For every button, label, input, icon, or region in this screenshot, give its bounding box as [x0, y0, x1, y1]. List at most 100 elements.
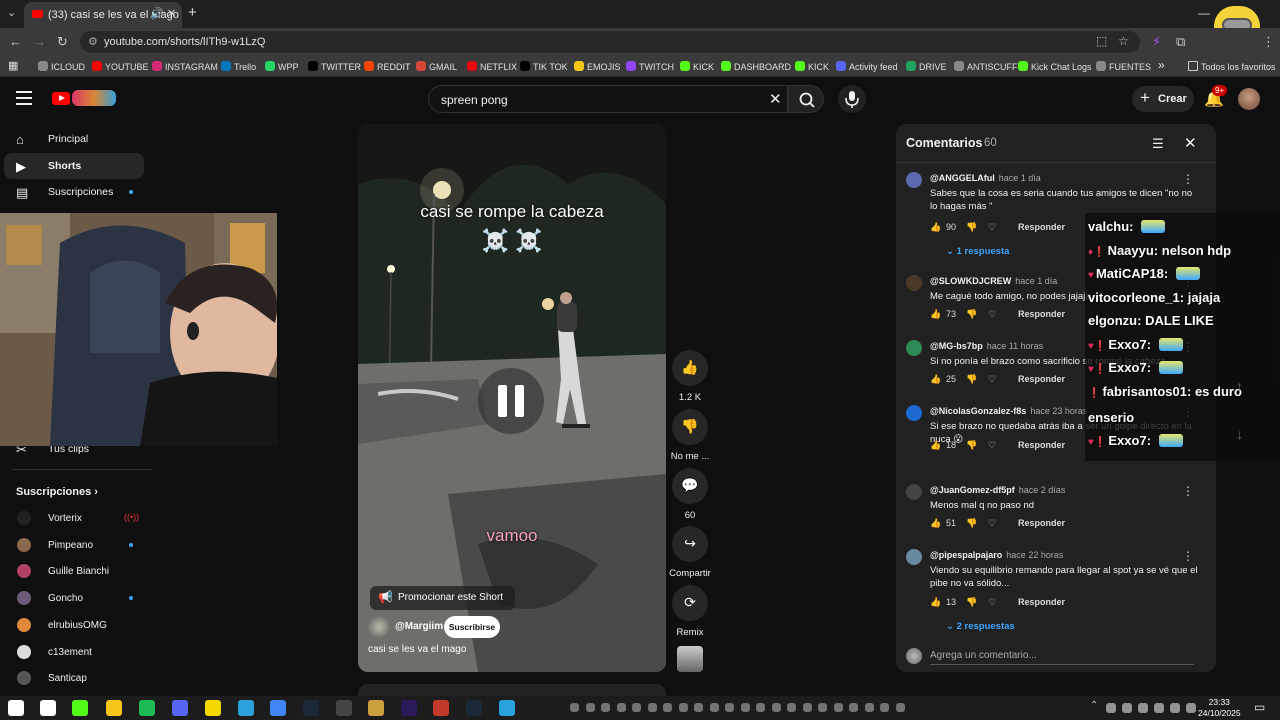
thumbs-down-icon[interactable]: 👎 [966, 374, 977, 385]
subscribe-button[interactable]: Suscribirse [444, 616, 500, 638]
arrow-up-icon[interactable]: ↑ [1236, 378, 1243, 394]
notification-center-icon[interactable]: ▭ [1254, 700, 1265, 714]
bookmark-item[interactable]: EMOJIS [574, 61, 621, 72]
comment-author[interactable]: @JuanGomez-df5pf hace 2 días [930, 485, 1065, 495]
subscription-item[interactable]: Vorterix ((•)) [0, 507, 146, 529]
network-icon[interactable] [1154, 703, 1164, 713]
bookmark-item[interactable]: TWITCH [626, 61, 674, 72]
thumbs-up-icon[interactable]: 👍 [930, 309, 941, 320]
extension-icon[interactable]: ⚡ [1152, 34, 1161, 50]
tray-app-icon[interactable] [585, 703, 595, 712]
bookmark-star-icon[interactable]: ☆ [1118, 34, 1129, 48]
shorts-video-player[interactable]: casi se rompe la cabeza ☠️ ☠️ vamoo 📢 Pr… [358, 124, 666, 672]
comment-avatar[interactable] [906, 405, 922, 421]
bookmark-item[interactable]: TWITTER [308, 61, 361, 72]
thumbs-up-icon[interactable]: 👍 [930, 440, 941, 451]
bookmark-item[interactable]: Kick Chat Logs [1018, 61, 1092, 72]
bookmarks-more[interactable]: » [1158, 58, 1165, 72]
tray-app-icon[interactable] [601, 703, 610, 712]
account-avatar[interactable] [1238, 88, 1260, 110]
subscription-item[interactable]: Santicap [0, 667, 146, 689]
like-button[interactable]: 👍 1.2 K [672, 350, 708, 403]
volume-icon[interactable] [1170, 703, 1180, 713]
kick-icon[interactable] [72, 700, 88, 716]
tray-app-icon[interactable] [880, 703, 889, 712]
bookmark-item[interactable]: Activity feed [836, 61, 898, 72]
thumbs-down-icon[interactable]: 👎 [966, 222, 977, 233]
sidebar-item-shorts[interactable]: ▶ Shorts [4, 153, 144, 179]
extensions-puzzle-icon[interactable]: ⧉ [1176, 34, 1185, 50]
all-bookmarks-folder[interactable]: Todos los favoritos [1188, 61, 1276, 72]
thumbs-up-icon[interactable]: 👍 [930, 374, 941, 385]
tray-app-icon[interactable] [756, 703, 765, 712]
site-info-icon[interactable]: ⚙ [88, 35, 98, 48]
heart-icon[interactable]: ♡ [988, 440, 996, 451]
app-icon[interactable] [368, 700, 384, 716]
discord-icon[interactable] [172, 700, 188, 716]
youtube-doodle-logo[interactable] [72, 90, 116, 106]
premiere-icon[interactable] [401, 700, 417, 716]
comment-more-icon[interactable]: ⋮ [1182, 172, 1194, 186]
hamburger-menu-icon[interactable] [16, 91, 32, 105]
comment-avatar[interactable] [906, 172, 922, 188]
dislike-button[interactable]: 👎 No me ... [671, 409, 709, 462]
tray-app-icon[interactable] [647, 703, 657, 712]
comment-avatar[interactable] [906, 340, 922, 356]
youtube-logo-icon[interactable] [52, 92, 70, 105]
comment-avatar[interactable] [906, 549, 922, 565]
comments-button[interactable]: 💬 60 [672, 468, 708, 521]
bookmark-item[interactable]: DRIVE [906, 61, 947, 72]
create-button[interactable]: + Crear [1132, 86, 1194, 112]
share-button[interactable]: ↪ Compartir [669, 526, 711, 579]
add-comment-field[interactable]: Agrega un comentario... [896, 640, 1216, 672]
tray-app-icon[interactable] [771, 703, 781, 712]
close-icon[interactable]: ✕ [1184, 134, 1197, 152]
sort-icon[interactable]: ☰ [1152, 136, 1164, 152]
tray-app-icon[interactable] [616, 703, 626, 712]
voice-search-button[interactable] [838, 85, 866, 113]
tray-app-icon[interactable] [864, 703, 874, 712]
heart-icon[interactable]: ♡ [988, 597, 996, 608]
sidebar-item-subscriptions[interactable]: ▤ Suscripciones [0, 179, 146, 205]
subscription-item[interactable]: Guille Bianchi [0, 560, 146, 582]
comment-author[interactable]: @MG-bs7bp hace 11 horas [930, 341, 1043, 351]
steam-icon-2[interactable] [466, 700, 482, 716]
back-icon[interactable]: ← [9, 34, 22, 49]
promote-short-button[interactable]: 📢 Promocionar este Short [370, 586, 516, 610]
tray-app-icon[interactable] [740, 703, 750, 712]
audio-thumbnail[interactable] [677, 646, 703, 672]
file-explorer-icon[interactable] [106, 700, 122, 716]
bookmark-item[interactable]: TIK TOK [520, 61, 568, 72]
bookmark-item[interactable]: DASHBOARD [721, 61, 791, 72]
view-replies-button[interactable]: ⌄ 1 respuesta [946, 246, 1009, 257]
thumbs-down-icon[interactable]: 👎 [966, 440, 977, 451]
install-icon[interactable]: ⬚ [1096, 34, 1107, 48]
comment-author[interactable]: @SLOWKDJCREW hace 1 día [930, 276, 1057, 286]
subscription-item[interactable]: elrubiusOMG [0, 614, 146, 636]
tab-search-icon[interactable]: ⌄ [7, 6, 16, 19]
tray-app-icon[interactable] [833, 703, 843, 712]
thumbs-up-icon[interactable]: 👍 [930, 597, 941, 608]
steam-icon[interactable] [303, 700, 319, 716]
minimize-icon[interactable]: — [1198, 6, 1210, 20]
bookmark-item[interactable]: Trello [221, 61, 256, 72]
new-tab-button[interactable]: + [188, 4, 197, 21]
clear-search-icon[interactable]: ✕ [769, 90, 782, 108]
tray-app-icon[interactable] [895, 703, 905, 712]
bookmark-item[interactable]: WPP [265, 61, 299, 72]
reply-button[interactable]: Responder [1018, 309, 1065, 319]
sidebar-item-principal[interactable]: ⌂ Principal [0, 126, 146, 152]
reply-button[interactable]: Responder [1018, 440, 1065, 450]
bookmark-item[interactable]: ANTISCUFF [954, 61, 1018, 72]
thumbs-down-icon[interactable]: 👎 [966, 597, 977, 608]
remix-button[interactable]: ⟳ Remix [672, 585, 708, 638]
video-app-icon[interactable] [433, 700, 449, 716]
search-icon[interactable] [40, 700, 56, 716]
reply-button[interactable]: Responder [1018, 597, 1065, 607]
bookmark-item[interactable]: ICLOUD [38, 61, 85, 72]
tray-icon-1[interactable] [1106, 703, 1116, 713]
comment-more-icon[interactable]: ⋮ [1182, 484, 1194, 498]
comment-author[interactable]: @NicolasGonzalez-f8s hace 23 horas [930, 406, 1087, 416]
bookmark-item[interactable]: KICK [795, 61, 829, 72]
bookmark-item[interactable]: FUENTES [1096, 61, 1151, 72]
